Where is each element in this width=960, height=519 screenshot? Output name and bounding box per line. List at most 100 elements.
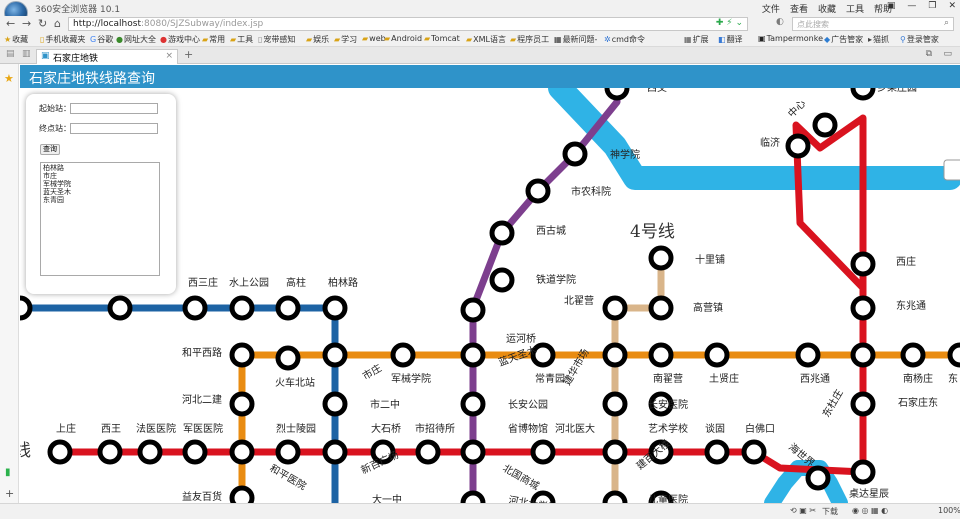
station-node[interactable]: [182, 295, 208, 321]
security-icon[interactable]: ✚ ⚡ ⌄: [716, 18, 743, 28]
extensions-button[interactable]: ▦扩展: [684, 34, 709, 45]
station-node[interactable]: [460, 439, 486, 465]
station-node[interactable]: [460, 490, 486, 503]
refresh-icon[interactable]: ↻: [38, 17, 47, 30]
bookmark-item[interactable]: ✲cmd命令: [604, 34, 645, 45]
station-node[interactable]: [415, 439, 441, 465]
new-tab-icon[interactable]: +: [184, 48, 193, 61]
station-node[interactable]: [947, 342, 960, 368]
station-node[interactable]: [229, 439, 255, 465]
tab-list-icon[interactable]: ▤: [6, 49, 15, 59]
station-node[interactable]: [741, 439, 767, 465]
station-node[interactable]: [850, 88, 876, 101]
result-textarea[interactable]: 柏林路 市庄 军械学院 蓝天圣木 东青园: [40, 162, 160, 276]
cleanup-icon[interactable]: ▮: [5, 467, 11, 478]
station-node[interactable]: [602, 342, 628, 368]
cat-catch-button[interactable]: ▸猫抓: [868, 34, 889, 45]
station-node[interactable]: [390, 342, 416, 368]
station-node[interactable]: [229, 342, 255, 368]
menu-file[interactable]: 文件: [762, 2, 780, 15]
maximize-icon[interactable]: ❐: [928, 1, 936, 11]
restore-tab-icon[interactable]: ⧉: [926, 49, 932, 59]
station-node[interactable]: [460, 297, 486, 323]
tampermonkey-button[interactable]: ▣Tampermonke: [758, 34, 823, 43]
start-station-input[interactable]: [70, 103, 158, 114]
search-engine-icon[interactable]: ◐: [776, 17, 784, 27]
station-node[interactable]: [900, 342, 926, 368]
zoom-level[interactable]: 100%: [938, 506, 960, 515]
station-node[interactable]: [322, 295, 348, 321]
address-bar[interactable]: http://localhost:8080/SJZSubway/index.js…: [68, 17, 748, 31]
favorites-star-icon[interactable]: ★: [4, 72, 14, 85]
menu-favorites[interactable]: 收藏: [818, 2, 836, 15]
station-node[interactable]: [704, 342, 730, 368]
popup-edge[interactable]: [943, 159, 960, 181]
tab-close-icon[interactable]: ×: [165, 51, 173, 61]
station-node[interactable]: [602, 439, 628, 465]
station-node[interactable]: [562, 141, 588, 167]
station-node[interactable]: [648, 342, 674, 368]
station-node[interactable]: [489, 220, 515, 246]
bookmark-folder[interactable]: ▰Tomcat: [424, 34, 460, 43]
station-node[interactable]: [648, 295, 674, 321]
station-node[interactable]: [530, 439, 556, 465]
forward-icon[interactable]: →: [22, 17, 31, 30]
station-node[interactable]: [20, 295, 33, 321]
station-node[interactable]: [648, 245, 674, 271]
menu-view[interactable]: 查看: [790, 2, 808, 15]
bookmark-folder[interactable]: ▰娱乐: [306, 34, 329, 45]
bookmark-folder[interactable]: ▰常用: [202, 34, 225, 45]
station-node[interactable]: [322, 439, 348, 465]
skin-icon[interactable]: ▣: [887, 1, 896, 11]
close-icon[interactable]: ✕: [948, 1, 956, 11]
bookmark-item[interactable]: ●网址大全: [116, 34, 156, 45]
trash-icon[interactable]: ▥: [22, 49, 31, 59]
ad-manager-button[interactable]: ◆广告管家: [824, 34, 863, 45]
station-node[interactable]: [525, 178, 551, 204]
station-node[interactable]: [275, 295, 301, 321]
tab-menu-icon[interactable]: ▭: [943, 49, 952, 59]
end-station-input[interactable]: [70, 123, 158, 134]
bookmark-item[interactable]: ▦最新问题-: [554, 34, 597, 45]
bookmark-item[interactable]: ●游戏中心: [160, 34, 200, 45]
bookmark-item[interactable]: ★收藏: [4, 34, 28, 45]
download-button[interactable]: 下载: [822, 506, 838, 517]
bookmark-folder[interactable]: ▰web: [362, 34, 386, 43]
status-tools[interactable]: ◉ ◎ ▦ ◐: [852, 506, 888, 515]
login-manager-button[interactable]: ⚲登录管家: [900, 34, 939, 45]
station-node[interactable]: [182, 439, 208, 465]
station-node[interactable]: [850, 342, 876, 368]
station-node[interactable]: [812, 112, 838, 138]
station-node[interactable]: [604, 88, 630, 101]
station-node[interactable]: [97, 439, 123, 465]
station-node[interactable]: [850, 251, 876, 277]
bookmark-folder[interactable]: ▰程序员工: [510, 34, 549, 45]
menu-tools[interactable]: 工具: [846, 2, 864, 15]
station-node[interactable]: [229, 485, 255, 503]
station-node[interactable]: [47, 439, 73, 465]
minimize-icon[interactable]: —: [907, 1, 916, 11]
station-node[interactable]: [489, 267, 515, 293]
bookmark-item[interactable]: ▯宠带感知: [258, 34, 295, 45]
station-node[interactable]: [704, 439, 730, 465]
station-node[interactable]: [602, 490, 628, 503]
station-node[interactable]: [795, 342, 821, 368]
station-node[interactable]: [602, 391, 628, 417]
station-node[interactable]: [322, 391, 348, 417]
station-node[interactable]: [229, 295, 255, 321]
station-node[interactable]: [785, 133, 811, 159]
translate-button[interactable]: ◧翻译: [718, 34, 743, 45]
station-node[interactable]: [275, 439, 301, 465]
query-button[interactable]: 查询: [40, 144, 60, 155]
station-node[interactable]: [460, 342, 486, 368]
station-node[interactable]: [322, 342, 348, 368]
station-node[interactable]: [850, 459, 876, 485]
bookmark-folder[interactable]: ▰Android: [384, 34, 422, 43]
station-node[interactable]: [850, 391, 876, 417]
station-node[interactable]: [460, 391, 486, 417]
search-icon[interactable]: ⌕: [944, 18, 949, 28]
bookmark-folder[interactable]: ▰工具: [230, 34, 253, 45]
station-node[interactable]: [137, 439, 163, 465]
bookmark-item[interactable]: ▯手机收藏夹: [40, 34, 85, 45]
station-node[interactable]: [805, 465, 831, 491]
